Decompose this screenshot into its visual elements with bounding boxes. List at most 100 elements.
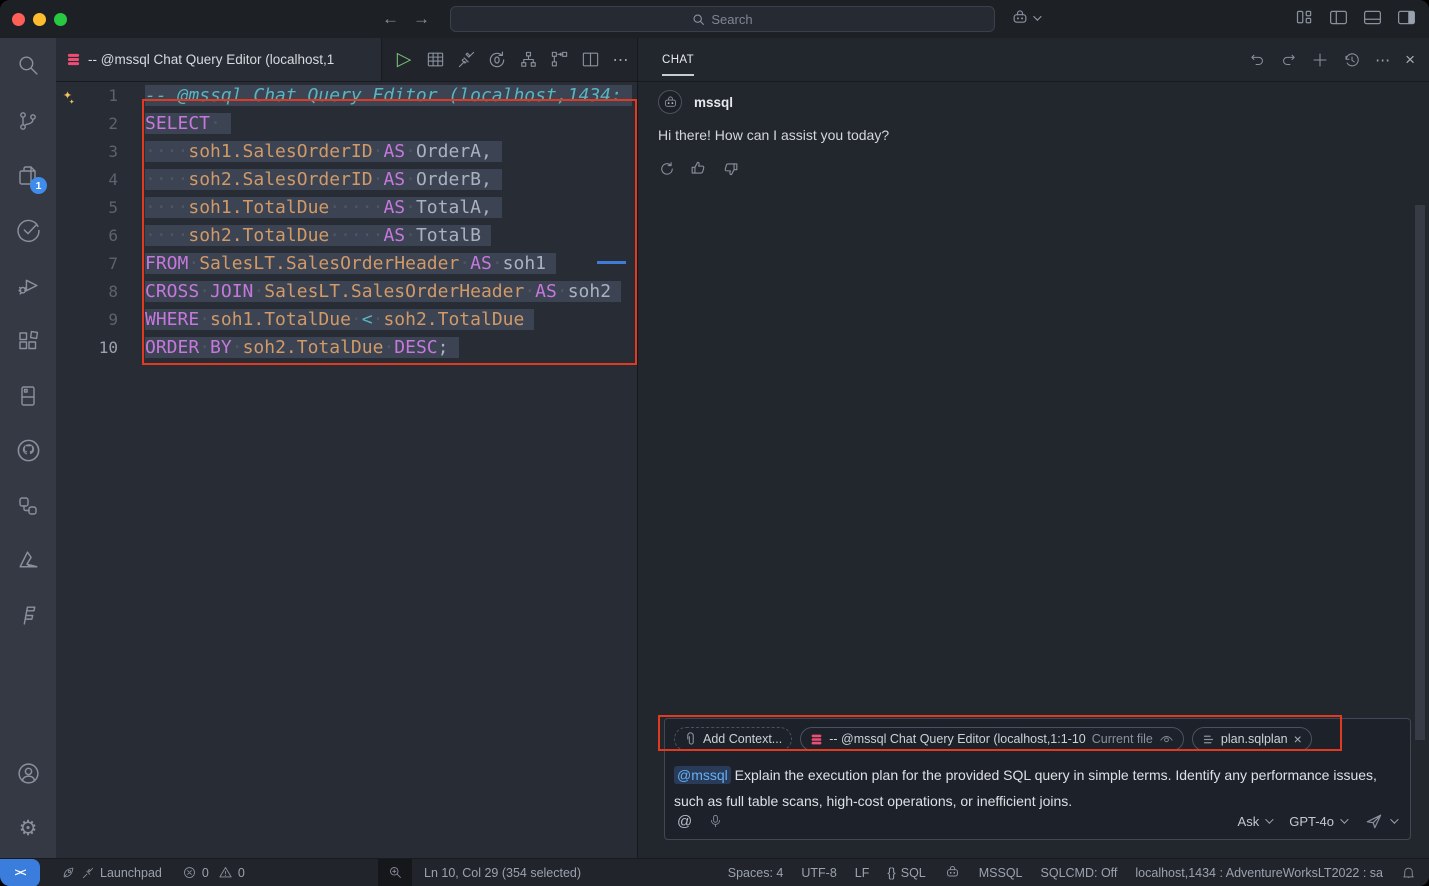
split-editor-button[interactable] xyxy=(579,49,601,71)
customize-layout-icon[interactable] xyxy=(1294,7,1315,28)
chevron-down-icon xyxy=(1033,12,1041,20)
code-line[interactable]: 10ORDER·BY·soh2.TotalDue·DESC; xyxy=(56,334,637,362)
code-line[interactable]: 5····soh1.TotalDue·····AS·TotalA, xyxy=(56,194,637,222)
chat-input-text[interactable]: @mssql Explain the execution plan for th… xyxy=(665,751,1410,814)
chat-scrollbar[interactable] xyxy=(1415,205,1425,740)
sidebar-item-extensions[interactable] xyxy=(4,313,52,368)
sidebar-item-sql-server[interactable] xyxy=(4,368,52,423)
code-editor[interactable]: ✦✦ 1-- @mssql Chat Query Editor (localho… xyxy=(56,82,637,858)
mode-dropdown[interactable]: Ask xyxy=(1238,814,1272,829)
notifications-button[interactable] xyxy=(1394,859,1423,886)
account-icon xyxy=(16,761,41,786)
add-context-chip[interactable]: Add Context... xyxy=(674,727,792,751)
line-number: 8 xyxy=(56,278,118,306)
disconnect-button[interactable] xyxy=(455,49,477,71)
maximize-window-button[interactable] xyxy=(54,13,67,26)
undo-icon[interactable] xyxy=(1249,51,1266,68)
code-token: soh2 xyxy=(568,281,611,302)
change-connection-button[interactable] xyxy=(486,49,508,71)
results-grid-button[interactable] xyxy=(424,49,446,71)
eye-icon[interactable] xyxy=(1159,732,1174,747)
model-dropdown[interactable]: GPT-4o xyxy=(1289,814,1346,829)
remove-chip-icon[interactable]: × xyxy=(1294,731,1302,747)
sidebar-item-azure[interactable] xyxy=(4,533,52,588)
mention-chip: @mssql xyxy=(674,766,731,784)
current-file-chip[interactable]: -- @mssql Chat Query Editor (localhost,1… xyxy=(800,727,1184,751)
copilot-menu-button[interactable] xyxy=(1010,8,1039,28)
code-line[interactable]: 8CROSS·JOIN·SalesLT.SalesOrderHeader·AS·… xyxy=(56,278,637,306)
ellipsis-icon: ⋯ xyxy=(613,50,630,70)
language-indicator[interactable]: {} SQL xyxy=(880,859,932,886)
chat-input-body: Explain the execution plan for the provi… xyxy=(674,767,1377,809)
cursor-position[interactable]: Ln 10, Col 29 (354 selected) xyxy=(424,866,581,880)
code-token: · xyxy=(405,197,416,218)
mention-button[interactable]: @ xyxy=(677,813,692,830)
code-line[interactable]: 1-- @mssql Chat Query Editor (localhost,… xyxy=(56,82,637,110)
sidebar-item-github[interactable] xyxy=(4,423,52,478)
sidebar-item-query-history[interactable] xyxy=(4,203,52,258)
sidebar-item-source-control[interactable] xyxy=(4,93,52,148)
code-line[interactable]: 7FROM·SalesLT.SalesOrderHeader·AS·soh1 xyxy=(56,250,637,278)
close-panel-icon[interactable]: × xyxy=(1405,50,1415,70)
retry-icon[interactable] xyxy=(658,160,676,178)
code-line[interactable]: 3····soh1.SalesOrderID·AS·OrderA, xyxy=(56,138,637,166)
code-line[interactable]: 9WHERE·soh1.TotalDue·<·soh2.TotalDue xyxy=(56,306,637,334)
brackets-icon: {} xyxy=(887,866,895,880)
redo-icon[interactable] xyxy=(1280,51,1297,68)
more-actions-icon[interactable]: ⋯ xyxy=(1375,51,1391,69)
zoom-indicator[interactable] xyxy=(378,859,412,886)
new-chat-icon[interactable] xyxy=(1311,51,1329,69)
code-line[interactable]: 4····soh2.SalesOrderID·AS·OrderB, xyxy=(56,166,637,194)
problems-indicator[interactable]: 0 0 xyxy=(175,865,252,880)
sidebar-item-explorer[interactable]: 1 xyxy=(4,148,52,203)
line-number: 5 xyxy=(56,194,118,222)
toggle-secondary-sidebar-icon[interactable] xyxy=(1396,7,1417,28)
launchpad-button[interactable]: Launchpad xyxy=(54,865,169,880)
code-token: · xyxy=(492,253,503,274)
run-query-button[interactable]: ▷ xyxy=(393,49,415,71)
sidebar-item-fabric[interactable] xyxy=(4,588,52,643)
minimize-window-button[interactable] xyxy=(33,13,46,26)
code-token: SalesLT.SalesOrderHeader xyxy=(199,253,459,274)
code-token: ···· xyxy=(145,141,188,162)
sqlcmd-indicator[interactable]: SQLCMD: Off xyxy=(1034,859,1125,886)
settings-button[interactable]: ⚙ xyxy=(4,801,52,856)
mic-icon[interactable] xyxy=(708,812,723,830)
history-forward-icon[interactable]: → xyxy=(413,9,430,29)
send-button[interactable] xyxy=(1364,811,1396,831)
code-token: soh2.SalesOrderID xyxy=(188,169,372,190)
encoding-indicator[interactable]: UTF-8 xyxy=(794,859,843,886)
thumbs-down-icon[interactable] xyxy=(721,159,740,178)
assistant-avatar xyxy=(658,90,682,114)
remote-indicator[interactable]: >< xyxy=(0,859,40,886)
code-token: · xyxy=(210,113,221,134)
copilot-sparkle-icon[interactable]: ✦✦ xyxy=(63,85,77,103)
accounts-button[interactable] xyxy=(4,746,52,801)
toggle-panel-icon[interactable] xyxy=(1362,7,1383,28)
database-icon xyxy=(66,52,81,67)
history-back-icon[interactable]: ← xyxy=(382,9,399,29)
eol-indicator[interactable]: LF xyxy=(848,859,877,886)
connection-indicator[interactable]: localhost,1434 : AdventureWorksLT2022 : … xyxy=(1128,859,1390,886)
code-line[interactable]: 2SELECT· xyxy=(56,110,637,138)
enable-actual-plan-button[interactable] xyxy=(548,49,570,71)
estimated-plan-button[interactable] xyxy=(517,49,539,71)
command-center-search[interactable]: Search xyxy=(450,6,995,32)
mssql-indicator[interactable]: MSSQL xyxy=(972,859,1030,886)
history-icon[interactable] xyxy=(1343,51,1361,69)
indentation-indicator[interactable]: Spaces: 4 xyxy=(721,859,791,886)
close-window-button[interactable] xyxy=(12,13,25,26)
chat-input-container[interactable]: Add Context... -- @mssql Chat Query Edit… xyxy=(664,718,1411,840)
code-line[interactable]: 6····soh2.TotalDue·····AS·TotalB xyxy=(56,222,637,250)
plan-file-chip[interactable]: plan.sqlplan × xyxy=(1192,727,1312,751)
toggle-primary-sidebar-icon[interactable] xyxy=(1328,7,1349,28)
editor-tab[interactable]: -- @mssql Chat Query Editor (localhost,1 xyxy=(56,38,382,81)
copilot-status-button[interactable] xyxy=(937,859,968,886)
extensions-icon xyxy=(16,329,40,353)
sidebar-item-run-debug[interactable] xyxy=(4,258,52,313)
tab-chat[interactable]: CHAT xyxy=(662,38,694,82)
sidebar-item-search[interactable] xyxy=(4,38,52,93)
thumbs-up-icon[interactable] xyxy=(689,159,708,178)
sidebar-item-database-projects[interactable] xyxy=(4,478,52,533)
editor-more-actions-button[interactable]: ⋯ xyxy=(610,49,632,71)
